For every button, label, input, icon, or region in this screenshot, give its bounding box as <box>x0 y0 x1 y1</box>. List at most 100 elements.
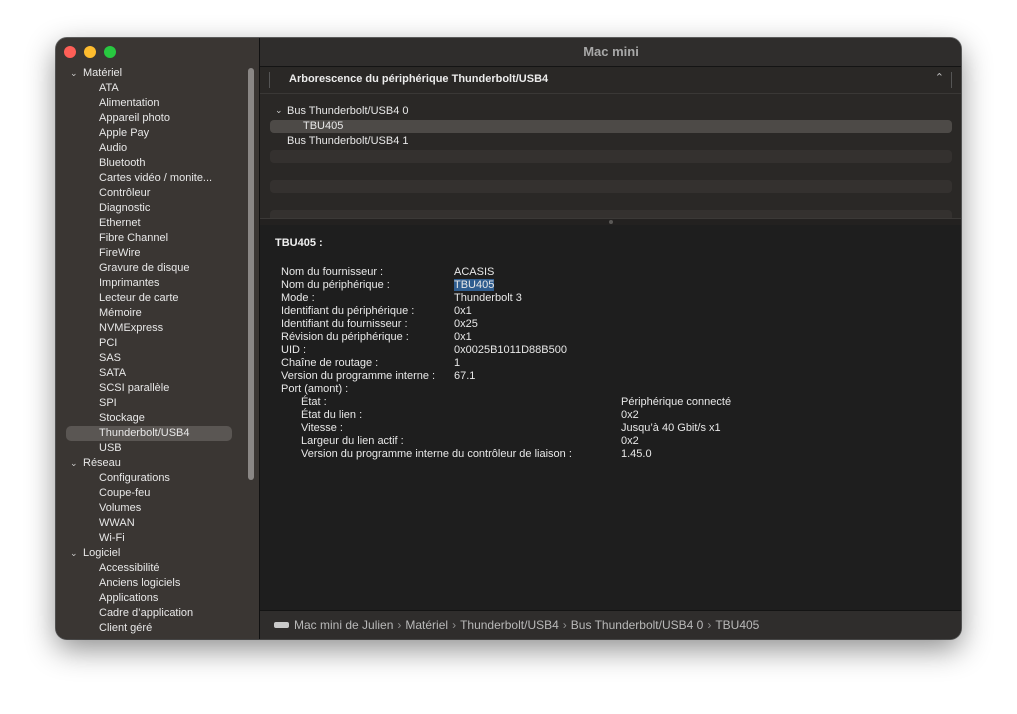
device-tree: ⌄ Bus Thunderbolt/USB4 0 TBU405 Bus Thun… <box>260 94 961 218</box>
tree-row-stripe <box>270 210 952 218</box>
sidebar-item[interactable]: Coupe-feu <box>56 486 246 501</box>
breadcrumb-item[interactable]: Bus Thunderbolt/USB4 0 <box>571 618 704 632</box>
sidebar-category[interactable]: ⌄ Logiciel <box>56 546 246 561</box>
title-bar: Mac mini <box>260 38 961 67</box>
minimize-button[interactable] <box>84 46 96 58</box>
sidebar-category[interactable]: ⌄ Matériel <box>56 66 246 81</box>
port-field-key: Version du programme interne du contrôle… <box>301 448 572 460</box>
detail-title: TBU405 : <box>275 237 323 249</box>
chevron-down-icon[interactable]: ⌄ <box>275 105 283 116</box>
sidebar-item[interactable]: Audio <box>56 141 246 156</box>
sidebar-item[interactable]: Appareil photo <box>56 111 246 126</box>
sidebar-item[interactable]: SAS <box>56 351 246 366</box>
window-title: Mac mini <box>583 44 639 59</box>
sidebar-tree: ⌄ Matériel ATA Alimentation Appareil photo Ap… <box>56 66 246 639</box>
port-field-value: 0x2 <box>621 435 639 447</box>
close-button[interactable] <box>64 46 76 58</box>
sidebar-item[interactable]: ATA <box>56 81 246 96</box>
field-key: Identifiant du périphérique : <box>281 305 415 317</box>
header-separator <box>951 72 952 88</box>
tree-row-stripe <box>270 150 952 163</box>
tree-node-bus-1[interactable]: Bus Thunderbolt/USB4 1 <box>287 135 408 147</box>
sidebar-item[interactable]: Wi-Fi <box>56 531 246 546</box>
sidebar-item[interactable]: Configurations <box>56 471 246 486</box>
field-value: 0x1 <box>454 305 472 317</box>
sidebar-item[interactable]: USB <box>56 441 246 456</box>
chevron-up-icon[interactable]: ⌃ <box>935 71 944 84</box>
field-value: 0x25 <box>454 318 478 330</box>
sidebar-item[interactable]: NVMExpress <box>56 321 246 336</box>
tree-row-stripe <box>270 180 952 193</box>
breadcrumb-item[interactable]: Matériel <box>405 618 448 632</box>
sidebar-item[interactable]: Fibre Channel <box>56 231 246 246</box>
port-field-key: Vitesse : <box>301 422 343 434</box>
tree-node-bus-0[interactable]: Bus Thunderbolt/USB4 0 <box>287 105 408 117</box>
sidebar-item[interactable]: Imprimantes <box>56 276 246 291</box>
port-field-key: État : <box>301 396 327 408</box>
mac-mini-icon <box>274 621 289 628</box>
sidebar-item[interactable]: Gravure de disque <box>56 261 246 276</box>
chevron-down-icon[interactable]: ⌄ <box>70 546 78 561</box>
sidebar-item[interactable]: Client géré <box>56 621 246 636</box>
sidebar-scrollbar[interactable] <box>248 68 254 480</box>
sidebar-item[interactable]: Anciens logiciels <box>56 576 246 591</box>
port-section-label: Port (amont) : <box>281 383 349 395</box>
tree-node-tbu405[interactable]: TBU405 <box>303 120 343 132</box>
sidebar-category-label: Réseau <box>83 457 121 469</box>
sidebar-category-label: Matériel <box>83 67 123 79</box>
sidebar-category[interactable]: ⌄ Réseau <box>56 456 246 471</box>
field-key: Nom du fournisseur : <box>281 266 384 278</box>
field-key: Chaîne de routage : <box>281 357 379 369</box>
breadcrumb: Mac mini de Julien › Matériel › Thunderbolt/… <box>274 618 759 632</box>
field-key: Version du programme interne : <box>281 370 436 382</box>
system-information-window: ⌄ Matériel ATA Alimentation Appareil photo Ap… <box>56 38 961 639</box>
sidebar-item[interactable]: WWAN <box>56 516 246 531</box>
field-value: 0x1 <box>454 331 472 343</box>
sidebar-item[interactable]: Cadre d’application <box>56 606 246 621</box>
chevron-right-icon: › <box>562 618 567 632</box>
chevron-down-icon[interactable]: ⌄ <box>70 456 78 471</box>
sidebar-item[interactable]: SATA <box>56 366 246 381</box>
sidebar-category-label: Logiciel <box>83 547 121 559</box>
field-value: Thunderbolt 3 <box>454 292 522 304</box>
chevron-right-icon: › <box>452 618 457 632</box>
sidebar-item[interactable]: Accessibilité <box>56 561 246 576</box>
sidebar-item[interactable]: Diagnostic <box>56 201 246 216</box>
sidebar-item[interactable]: SPI <box>56 396 246 411</box>
device-tree-title: Arborescence du périphérique Thunderbolt… <box>289 73 549 85</box>
field-key: Nom du périphérique : <box>281 279 390 291</box>
sidebar-item[interactable]: PCI <box>56 336 246 351</box>
sidebar-item[interactable]: Volumes <box>56 501 246 516</box>
sidebar-item[interactable]: Ethernet <box>56 216 246 231</box>
device-tree-header[interactable]: Arborescence du périphérique Thunderbolt… <box>260 67 961 94</box>
port-field-key: Largeur du lien actif : <box>301 435 404 447</box>
breadcrumb-item[interactable]: Thunderbolt/USB4 <box>460 618 559 632</box>
field-value: ACASIS <box>454 266 495 278</box>
sidebar-item[interactable]: Thunderbolt/USB4 <box>66 426 232 441</box>
sidebar-item[interactable]: Alimentation <box>56 96 246 111</box>
sidebar-item[interactable]: Mémoire <box>56 306 246 321</box>
chevron-down-icon[interactable]: ⌄ <box>70 66 78 81</box>
field-value-highlighted[interactable]: TBU405 <box>454 279 495 291</box>
sidebar-item[interactable]: Lecteur de carte <box>56 291 246 306</box>
split-handle[interactable] <box>609 220 613 224</box>
breadcrumb-item[interactable]: TBU405 <box>715 618 759 632</box>
port-field-value: Périphérique connecté <box>621 396 732 408</box>
chevron-right-icon: › <box>707 618 712 632</box>
sidebar-item[interactable]: Bluetooth <box>56 156 246 171</box>
field-key: Révision du périphérique : <box>281 331 409 343</box>
port-field-key: État du lien : <box>301 409 363 421</box>
sidebar-item[interactable]: Cartes vidéo / monite... <box>56 171 246 186</box>
sidebar-item[interactable]: Applications <box>56 591 246 606</box>
sidebar-item[interactable]: Apple Pay <box>56 126 246 141</box>
port-field-value: 1.45.0 <box>621 448 652 460</box>
breadcrumb-item[interactable]: Mac mini de Julien <box>294 618 393 632</box>
sidebar-item[interactable]: SCSI parallèle <box>56 381 246 396</box>
sidebar-item[interactable]: Contrôleur <box>56 186 246 201</box>
field-key: UID : <box>281 344 307 356</box>
zoom-button[interactable] <box>104 46 116 58</box>
sidebar-item[interactable]: FireWire <box>56 246 246 261</box>
field-value: 67.1 <box>454 370 476 382</box>
sidebar-item[interactable]: Stockage <box>56 411 246 426</box>
field-value: 0x0025B1011D88B500 <box>454 344 567 356</box>
